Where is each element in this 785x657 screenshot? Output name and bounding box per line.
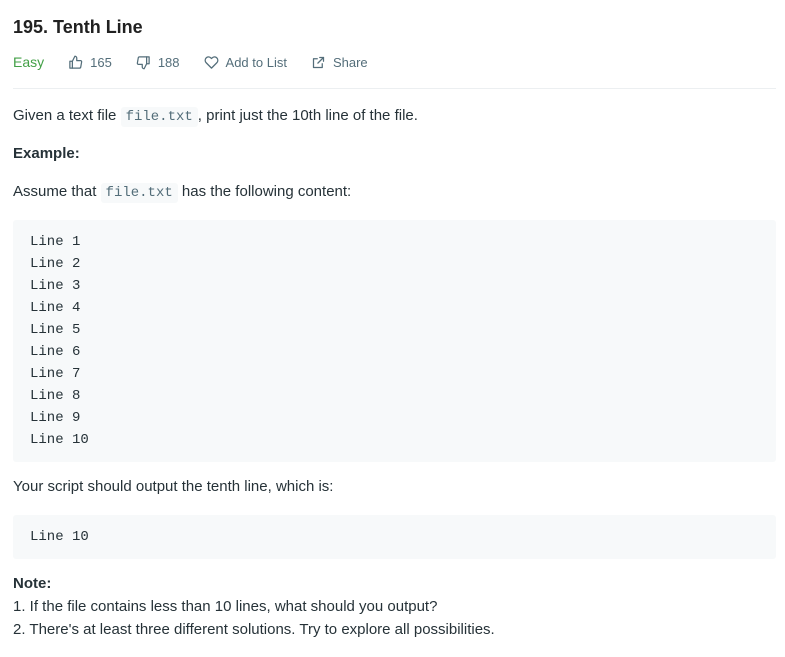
problem-title: 195. Tenth Line xyxy=(13,17,143,37)
code-line: Line 1 xyxy=(30,234,81,250)
heart-icon xyxy=(204,55,218,69)
code-line: Line 2 xyxy=(30,256,81,272)
assume-paragraph: Assume that file.txt has the following c… xyxy=(13,182,351,203)
intro-text-start: Given a text file xyxy=(13,107,121,124)
assume-text-end: has the following content: xyxy=(177,183,352,200)
note-item-2: 2. There's at least three different solu… xyxy=(13,621,495,638)
code-line: Line 10 xyxy=(30,432,89,448)
inline-code-filename: file.txt xyxy=(100,183,178,203)
code-line: Line 6 xyxy=(30,344,81,360)
dislike-button[interactable]: 188 xyxy=(136,55,180,70)
add-to-list-button[interactable]: Add to List xyxy=(204,55,287,70)
note-heading: Note: xyxy=(13,575,52,592)
intro-paragraph: Given a text file file.txt, print just t… xyxy=(13,106,418,127)
output-code-block: Line 10 xyxy=(13,515,776,559)
thumbs-up-icon xyxy=(69,55,83,69)
thumbs-down-icon xyxy=(136,55,150,69)
assume-text-start: Assume that xyxy=(13,183,101,200)
header-divider xyxy=(13,88,776,89)
share-button[interactable]: Share xyxy=(311,55,368,70)
code-line: Line 7 xyxy=(30,366,81,382)
share-label: Share xyxy=(332,54,368,70)
example-heading: Example: xyxy=(13,145,80,162)
dislike-count: 188 xyxy=(157,54,180,70)
file-content-code-block: Line 1 Line 2 Line 3 Line 4 Line 5 Line … xyxy=(13,220,776,462)
like-count: 165 xyxy=(90,54,112,70)
like-button[interactable]: 165 xyxy=(68,55,112,70)
code-line: Line 9 xyxy=(30,410,81,426)
share-icon xyxy=(312,56,325,68)
code-line: Line 10 xyxy=(30,529,89,545)
note-item-1: 1. If the file contains less than 10 lin… xyxy=(13,598,438,615)
intro-text-end: , print just the 10th line of the file. xyxy=(197,107,418,124)
code-line: Line 4 xyxy=(30,300,81,316)
code-line: Line 5 xyxy=(30,322,81,338)
output-paragraph: Your script should output the tenth line… xyxy=(13,478,334,495)
code-line: Line 8 xyxy=(30,388,81,404)
inline-code-filename: file.txt xyxy=(120,107,198,127)
code-line: Line 3 xyxy=(30,278,81,294)
add-to-list-label: Add to List xyxy=(225,54,287,70)
problem-meta-bar: Easy 165 188 Add to List Share xyxy=(13,52,392,72)
difficulty-badge: Easy xyxy=(13,54,45,70)
